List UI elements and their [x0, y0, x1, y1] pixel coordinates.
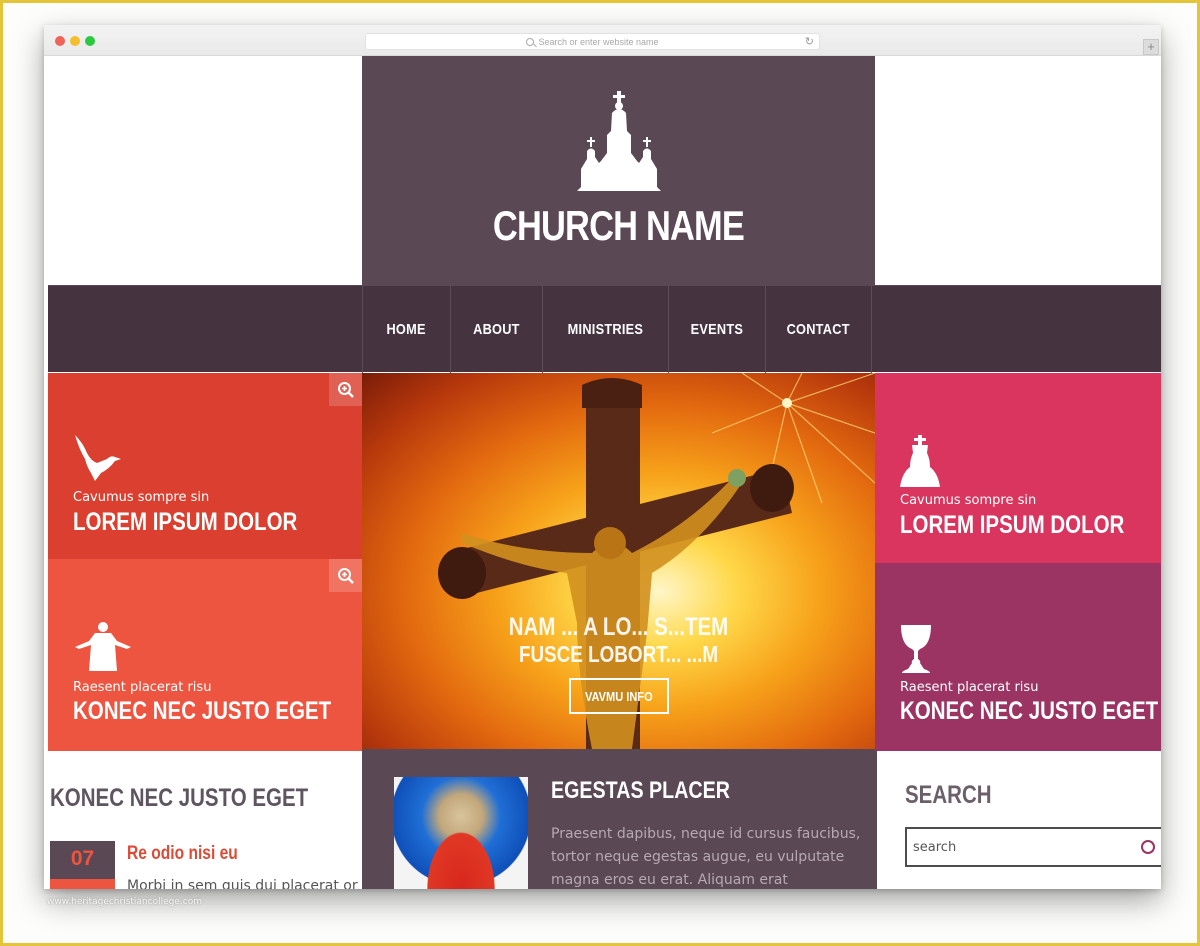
close-window-button[interactable]: [55, 36, 65, 46]
tile-title: LOREM IPSUM DOLOR: [73, 508, 298, 536]
hero-slider[interactable]: NAM ... A LO... S...TEM FUSCE LOBORT... …: [362, 373, 875, 749]
maximize-window-button[interactable]: [85, 36, 95, 46]
section-title: KONEC NEC JUSTO EGET: [50, 784, 309, 812]
news-section: KONEC NEC JUSTO EGET 07 Re odio nisi eu …: [48, 749, 362, 889]
tile-title: KONEC NEC JUSTO EGET: [900, 697, 1159, 725]
address-bar[interactable]: Search or enter website name ↻: [365, 33, 820, 50]
post-excerpt: Morbi in sem quis dui placerat or: [127, 878, 358, 889]
nav-label: HOME: [386, 321, 427, 338]
site-title[interactable]: CHURCH NAME: [408, 202, 829, 250]
site-header: CHURCH NAME: [362, 56, 875, 285]
dove-icon: [75, 435, 121, 481]
chalice-icon: [901, 625, 931, 673]
zoom-in-button[interactable]: [329, 373, 362, 406]
zoom-in-icon: [337, 381, 354, 398]
tile-subtitle: Raesent placerat risu: [900, 680, 1039, 695]
search-widget: SEARCH: [875, 749, 1161, 889]
hero-button-label: VAVMU INFO: [585, 688, 653, 704]
nav-label: EVENTS: [690, 321, 744, 338]
post-date-badge: 07: [50, 841, 115, 889]
search-input[interactable]: [907, 829, 1137, 865]
featured-article: EGESTAS PLACER Praesent dapibus, neque i…: [362, 749, 875, 889]
main-navigation: HOME ABOUT MINISTRIES EVENTS CONTACT: [48, 285, 1161, 373]
new-tab-button[interactable]: +: [1143, 39, 1159, 55]
tile-subtitle: Raesent placerat risu: [73, 680, 212, 695]
post-title-link[interactable]: Re odio nisi eu: [127, 843, 238, 865]
feature-tile[interactable]: Cavumus sompre sin LOREM IPSUM DOLOR: [48, 373, 362, 559]
search-icon: [526, 37, 535, 46]
date-badge-bar: [50, 879, 115, 889]
post-date: 07: [70, 847, 95, 870]
tile-subtitle: Cavumus sompre sin: [900, 493, 1037, 508]
hero-heading: NAM ... A LO... S...TEM: [508, 613, 729, 641]
church-icon: [577, 91, 661, 191]
nav-item-contact[interactable]: CONTACT: [765, 286, 872, 373]
jesus-portrait-image: [394, 777, 528, 889]
article-title[interactable]: EGESTAS PLACER: [551, 777, 730, 805]
hero-subheading: FUSCE LOBORT... ...M: [518, 641, 719, 667]
article-text: Praesent dapibus, neque id cursus faucib…: [551, 826, 861, 888]
feature-tile[interactable]: Raesent placerat risu KONEC NEC JUSTO EG…: [48, 559, 362, 749]
nav-item-ministries[interactable]: MINISTRIES: [542, 286, 668, 373]
robed-figure-icon: [75, 622, 131, 671]
web-page: CHURCH NAME HOME ABOUT MINISTRIES EVENTS…: [44, 56, 1161, 889]
nav-item-events[interactable]: EVENTS: [668, 286, 765, 373]
chess-king-icon: [900, 435, 940, 487]
tile-title: KONEC NEC JUSTO EGET: [73, 697, 332, 725]
reload-icon[interactable]: ↻: [805, 35, 814, 48]
tile-title: LOREM IPSUM DOLOR: [900, 511, 1125, 539]
nav-label: CONTACT: [786, 321, 851, 338]
search-field[interactable]: [905, 827, 1161, 867]
tile-subtitle: Cavumus sompre sin: [73, 490, 210, 505]
browser-window: Search or enter website name ↻ + CHURCH …: [44, 25, 1161, 889]
nav-label: MINISTRIES: [567, 321, 644, 338]
zoom-in-button[interactable]: [329, 559, 362, 592]
feature-tile[interactable]: Cavumus sompre sin LOREM IPSUM DOLOR: [875, 373, 1161, 563]
address-bar-placeholder: Search or enter website name: [538, 36, 659, 47]
browser-titlebar: Search or enter website name ↻ +: [44, 25, 1161, 56]
hero-more-info-button[interactable]: VAVMU INFO: [569, 678, 669, 714]
nav-label: ABOUT: [473, 321, 520, 338]
watermark-text: www.heritagechristiancollege.com: [47, 897, 202, 907]
search-title: SEARCH: [905, 781, 992, 809]
nav-item-about[interactable]: ABOUT: [450, 286, 542, 373]
zoom-in-icon: [337, 567, 354, 584]
feature-tile[interactable]: Raesent placerat risu KONEC NEC JUSTO EG…: [875, 563, 1161, 749]
search-icon[interactable]: [1141, 840, 1155, 854]
minimize-window-button[interactable]: [70, 36, 80, 46]
nav-item-home[interactable]: HOME: [362, 286, 450, 373]
